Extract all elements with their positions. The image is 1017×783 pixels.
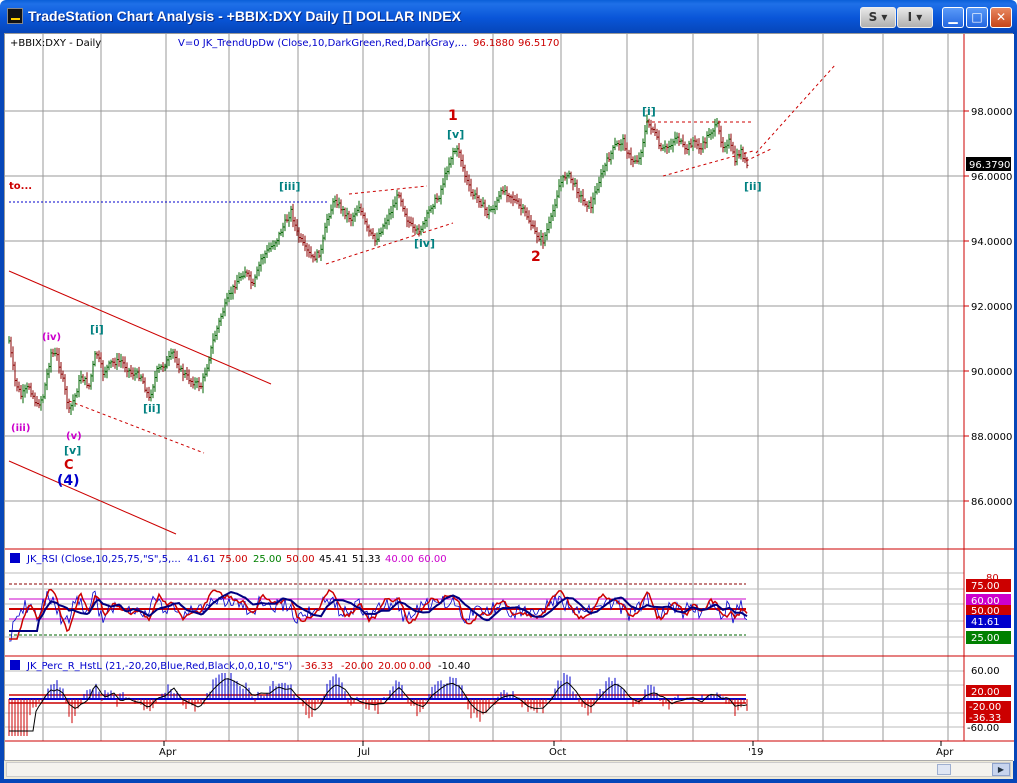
x-axis-label: Jul — [357, 747, 370, 758]
symbol-label: +BBIX:DXY - Daily — [10, 38, 101, 49]
x-axis-label: Apr — [159, 747, 177, 758]
i-menu-button[interactable]: I ▾ — [897, 7, 933, 28]
rsi-value-4: 50.00 — [286, 554, 315, 565]
chart-frame: +BBIX:DXY - Daily V=0 JK_TrendUpDw (Clos… — [4, 33, 1014, 761]
rsi-tag-75: 75.00 — [971, 581, 1000, 592]
wave-label-v-top: [v] — [447, 128, 464, 141]
rsi-value-8: 60.00 — [418, 554, 447, 565]
trend-indicator-value-1: 96.1880 — [473, 38, 514, 49]
scroll-right-arrow[interactable]: ▶ — [992, 763, 1010, 776]
target-label: to... — [9, 181, 32, 192]
wave-label-v-bracket: [v] — [64, 444, 81, 457]
price-tick-label: 98.0000 — [971, 107, 1012, 118]
wave-label-i-left: [i] — [90, 323, 104, 336]
rsi-tag-25: 25.00 — [971, 633, 1000, 644]
percr-label: JK_Perc_R_HstL (21,-20,20,Blue,Red,Black… — [26, 661, 293, 672]
rsi-value-3: 25.00 — [253, 554, 282, 565]
wave-label-iv: [iv] — [414, 237, 435, 250]
percr-panel-icon[interactable] — [10, 660, 20, 670]
rsi-value-1: 41.61 — [187, 554, 216, 565]
percr-value-2: -20.00 — [341, 661, 373, 672]
x-axis-label: Apr — [936, 747, 954, 758]
percr-tick-60: 60.00 — [971, 666, 1000, 677]
wave-label-iv-paren: (iv) — [42, 332, 61, 343]
tradestation-app-icon[interactable] — [7, 8, 23, 24]
rsi-value-5: 45.41 — [319, 554, 348, 565]
percr-value-3: 20.00 — [378, 661, 407, 672]
price-tick-label: 96.0000 — [971, 172, 1012, 183]
rsi-value-6: 51.33 — [352, 554, 381, 565]
maximize-button[interactable]: □ — [966, 7, 988, 28]
window-title: TradeStation Chart Analysis - +BBIX:DXY … — [28, 8, 461, 24]
wave-label-1: 1 — [448, 108, 458, 124]
price-tick-label: 92.0000 — [971, 302, 1012, 313]
rsi-value-7: 40.00 — [385, 554, 414, 565]
percr-value-1: -36.33 — [301, 661, 333, 672]
percr-tick-m60: -60.00 — [967, 723, 999, 734]
percr-value-4: 0.00 — [409, 661, 431, 672]
wave-label-4: (4) — [57, 473, 80, 489]
wave-label-v-paren: (v) — [66, 431, 82, 442]
wave-label-2: 2 — [531, 249, 541, 265]
rsi-value-2: 75.00 — [219, 554, 248, 565]
last-price-value: 96.3790 — [969, 160, 1010, 171]
close-button[interactable]: ✕ — [990, 7, 1012, 28]
minimize-button[interactable]: ▁ — [942, 7, 964, 28]
price-tick-label: 86.0000 — [971, 497, 1012, 508]
trend-indicator-value-2: 96.5170 — [518, 38, 559, 49]
trend-indicator-label: V=0 JK_TrendUpDw (Close,10,DarkGreen,Red… — [178, 38, 467, 49]
price-tick-label: 94.0000 — [971, 237, 1012, 248]
x-axis-label: Oct — [549, 747, 566, 758]
wave-label-ii-top: [ii] — [744, 180, 762, 193]
percr-value-5: -10.40 — [438, 661, 470, 672]
rsi-label: JK_RSI (Close,10,25,75,"S",5,... — [26, 554, 181, 565]
price-tick-label: 88.0000 — [971, 432, 1012, 443]
wave-label-iii: [iii] — [279, 180, 300, 193]
title-bar: TradeStation Chart Analysis - +BBIX:DXY … — [0, 0, 1017, 33]
percr-tag-20: 20.00 — [971, 687, 1000, 698]
wave-label-c: C — [64, 458, 74, 473]
rsi-panel-icon[interactable] — [10, 553, 20, 563]
rsi-tag-4161: 41.61 — [971, 617, 1000, 628]
price-tick-label: 90.0000 — [971, 367, 1012, 378]
window-border-bottom — [0, 779, 1017, 783]
wave-label-iii-paren: (iii) — [11, 423, 30, 434]
horizontal-scrollbar[interactable]: ▶ — [6, 762, 1011, 777]
x-axis-label: '19 — [748, 747, 763, 758]
wave-label-ii-left: [ii] — [143, 402, 161, 415]
chart-svg[interactable]: +BBIX:DXY - Daily V=0 JK_TrendUpDw (Clos… — [5, 34, 1014, 761]
wave-label-i-top: [i] — [642, 105, 656, 118]
scrollbar-thumb[interactable] — [937, 764, 951, 775]
s-menu-button[interactable]: S ▾ — [860, 7, 896, 28]
